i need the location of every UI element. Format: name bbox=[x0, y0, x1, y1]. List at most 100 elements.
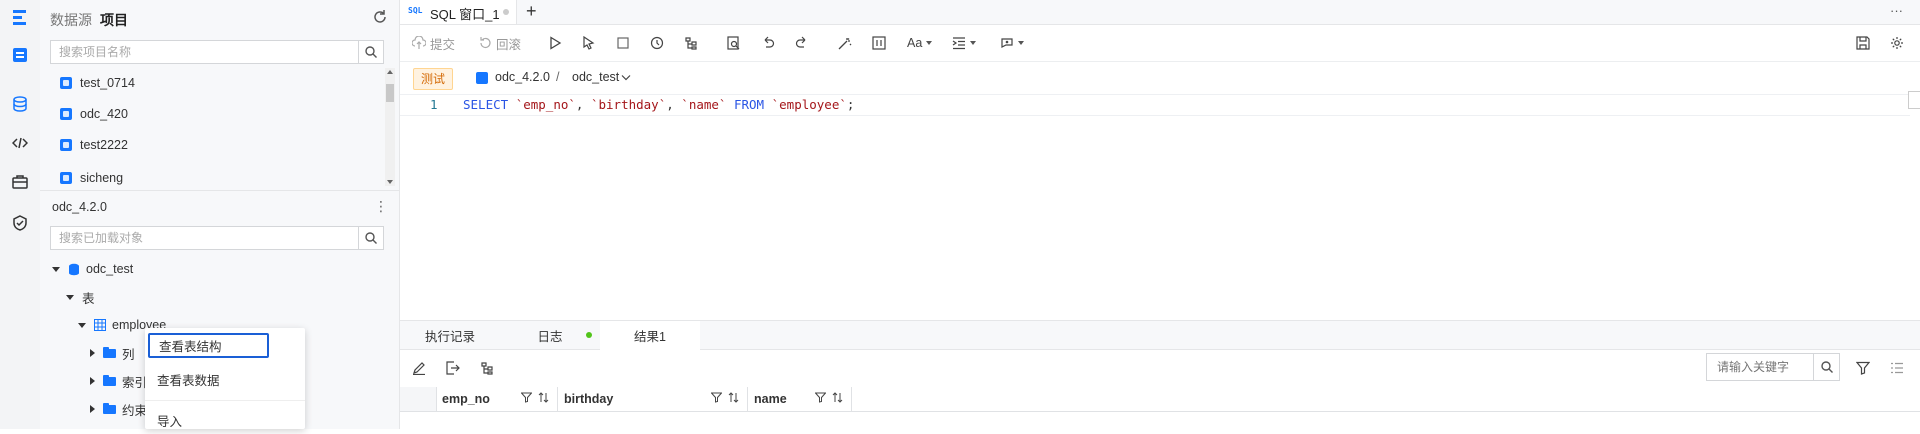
more-tabs-icon[interactable]: ··· bbox=[1890, 3, 1903, 18]
project-item[interactable]: odc_420 bbox=[60, 104, 128, 124]
search-icon[interactable] bbox=[358, 227, 383, 249]
plan-icon[interactable] bbox=[684, 33, 698, 53]
menu-item-import[interactable]: 导入 bbox=[145, 406, 305, 434]
sql-token: `birthday` bbox=[590, 97, 667, 112]
security-icon[interactable] bbox=[10, 213, 30, 233]
chevron-down-icon bbox=[970, 41, 976, 45]
context-menu: 查看表结构 查看表数据 导入 bbox=[145, 328, 305, 429]
sql-token: `employee` bbox=[771, 97, 847, 112]
plan-icon[interactable] bbox=[480, 361, 494, 378]
object-search-input[interactable] bbox=[51, 227, 373, 249]
refresh-icon[interactable] bbox=[372, 9, 388, 25]
column-header-emp-no[interactable]: emp_no bbox=[436, 387, 558, 411]
env-badge: 测试 bbox=[413, 68, 454, 90]
beautify-icon[interactable] bbox=[838, 33, 852, 53]
stop-icon[interactable] bbox=[616, 33, 630, 53]
project-list-scrollbar[interactable] bbox=[385, 68, 395, 186]
caret-down-icon[interactable] bbox=[66, 294, 74, 300]
project-search-input[interactable] bbox=[51, 41, 373, 63]
search-icon[interactable] bbox=[1814, 353, 1840, 381]
code-line[interactable]: 1 SELECT `emp_no`, `birthday`, `name` FR… bbox=[400, 94, 1910, 116]
column-header-birthday[interactable]: birthday bbox=[558, 387, 748, 411]
keyword-search-input[interactable] bbox=[1707, 354, 1813, 380]
snippet-icon[interactable] bbox=[872, 33, 886, 53]
tree-node-columns[interactable]: 列 bbox=[90, 343, 135, 363]
tree-node-database[interactable]: odc_test bbox=[52, 259, 133, 279]
folder-icon bbox=[103, 346, 116, 358]
tree-node-constraints[interactable]: 约束 bbox=[90, 399, 147, 419]
project-item[interactable]: test_0714 bbox=[60, 73, 135, 93]
nav-rail bbox=[0, 0, 41, 429]
breadcrumb-database[interactable]: odc_test bbox=[572, 70, 619, 84]
project-item[interactable]: sicheng bbox=[60, 168, 123, 188]
more-icon[interactable]: ⋮ bbox=[374, 198, 388, 215]
filter-icon[interactable] bbox=[521, 392, 532, 403]
menu-item-view-data[interactable]: 查看表数据 bbox=[145, 365, 305, 393]
line-number: 1 bbox=[430, 97, 438, 112]
indent-dropdown[interactable] bbox=[952, 33, 976, 53]
breadcrumb-datasource[interactable]: odc_4.2.0 bbox=[495, 70, 550, 84]
clock-icon[interactable] bbox=[650, 33, 664, 53]
sort-icon[interactable] bbox=[832, 392, 843, 403]
object-search[interactable] bbox=[50, 226, 384, 250]
tab-sql-window[interactable]: SQL SQL 窗口_1 bbox=[400, 0, 517, 24]
font-size-dropdown[interactable]: Aa bbox=[907, 33, 933, 53]
caret-down-icon[interactable] bbox=[78, 322, 86, 328]
filter-icon[interactable] bbox=[815, 392, 826, 403]
sort-icon[interactable] bbox=[538, 392, 549, 403]
list-icon[interactable] bbox=[1890, 361, 1904, 378]
sql-editor[interactable]: 1 SELECT `emp_no`, `birthday`, `name` FR… bbox=[400, 91, 1920, 319]
export-icon[interactable] bbox=[446, 361, 460, 378]
sql-statement[interactable]: SELECT `emp_no`, `birthday`, `name` FROM… bbox=[463, 97, 854, 112]
settings-dropdown[interactable] bbox=[1000, 33, 1024, 53]
caret-right-icon[interactable] bbox=[90, 349, 95, 357]
briefcase-icon[interactable] bbox=[10, 172, 30, 192]
database-icon bbox=[69, 263, 79, 275]
datasource-title: odc_4.2.0 bbox=[52, 200, 107, 214]
tab-result-1[interactable]: 结果1 bbox=[600, 321, 700, 350]
tab-history[interactable]: 执行记录 bbox=[400, 321, 500, 349]
run-icon[interactable] bbox=[548, 33, 562, 53]
keyword-search[interactable] bbox=[1706, 353, 1814, 381]
filter-icon[interactable] bbox=[711, 392, 722, 403]
caret-down-icon[interactable] bbox=[52, 266, 60, 272]
save-icon[interactable] bbox=[1856, 33, 1870, 53]
tree-node-tables[interactable]: 表 bbox=[66, 287, 95, 307]
database-icon[interactable] bbox=[10, 94, 30, 114]
gear-icon[interactable] bbox=[1890, 33, 1904, 53]
sql-icon: SQL bbox=[408, 6, 423, 15]
unsaved-dot-icon[interactable] bbox=[503, 9, 509, 15]
tab-datasource[interactable]: 数据源 bbox=[50, 10, 92, 30]
undo-icon[interactable] bbox=[761, 33, 775, 53]
find-icon[interactable] bbox=[727, 33, 741, 53]
filter-icon[interactable] bbox=[1855, 361, 1871, 378]
scroll-down-icon[interactable] bbox=[387, 180, 393, 184]
edit-icon[interactable] bbox=[412, 361, 426, 378]
status-dot bbox=[586, 332, 592, 338]
submit-button[interactable]: 提交 bbox=[412, 33, 455, 53]
add-tab-icon[interactable]: + bbox=[526, 1, 537, 22]
chevron-down-icon[interactable] bbox=[621, 74, 631, 82]
rollback-button[interactable]: 回滚 bbox=[478, 33, 521, 53]
tab-log[interactable]: 日志 bbox=[500, 321, 600, 349]
project-item[interactable]: test2222 bbox=[60, 135, 128, 155]
caret-right-icon[interactable] bbox=[90, 377, 95, 385]
scroll-thumb[interactable] bbox=[386, 84, 394, 102]
tree-node-indexes[interactable]: 索引 bbox=[90, 371, 147, 391]
project-search[interactable] bbox=[50, 40, 384, 64]
menu-item-view-structure[interactable]: 查看表结构 bbox=[148, 333, 269, 358]
column-header-name[interactable]: name bbox=[748, 387, 852, 411]
workspace-icon[interactable] bbox=[10, 45, 30, 65]
run-selected-icon[interactable] bbox=[582, 33, 596, 53]
code-icon[interactable] bbox=[10, 133, 30, 153]
caret-right-icon[interactable] bbox=[90, 405, 95, 413]
redo-icon[interactable] bbox=[795, 33, 809, 53]
scroll-up-icon[interactable] bbox=[387, 70, 393, 74]
search-icon[interactable] bbox=[358, 41, 383, 63]
sort-icon[interactable] bbox=[728, 392, 739, 403]
tab-project[interactable]: 项目 bbox=[100, 10, 128, 30]
editor-scrollbar[interactable] bbox=[1908, 91, 1920, 109]
sql-token: , bbox=[666, 97, 682, 112]
row-number-header bbox=[400, 387, 437, 411]
